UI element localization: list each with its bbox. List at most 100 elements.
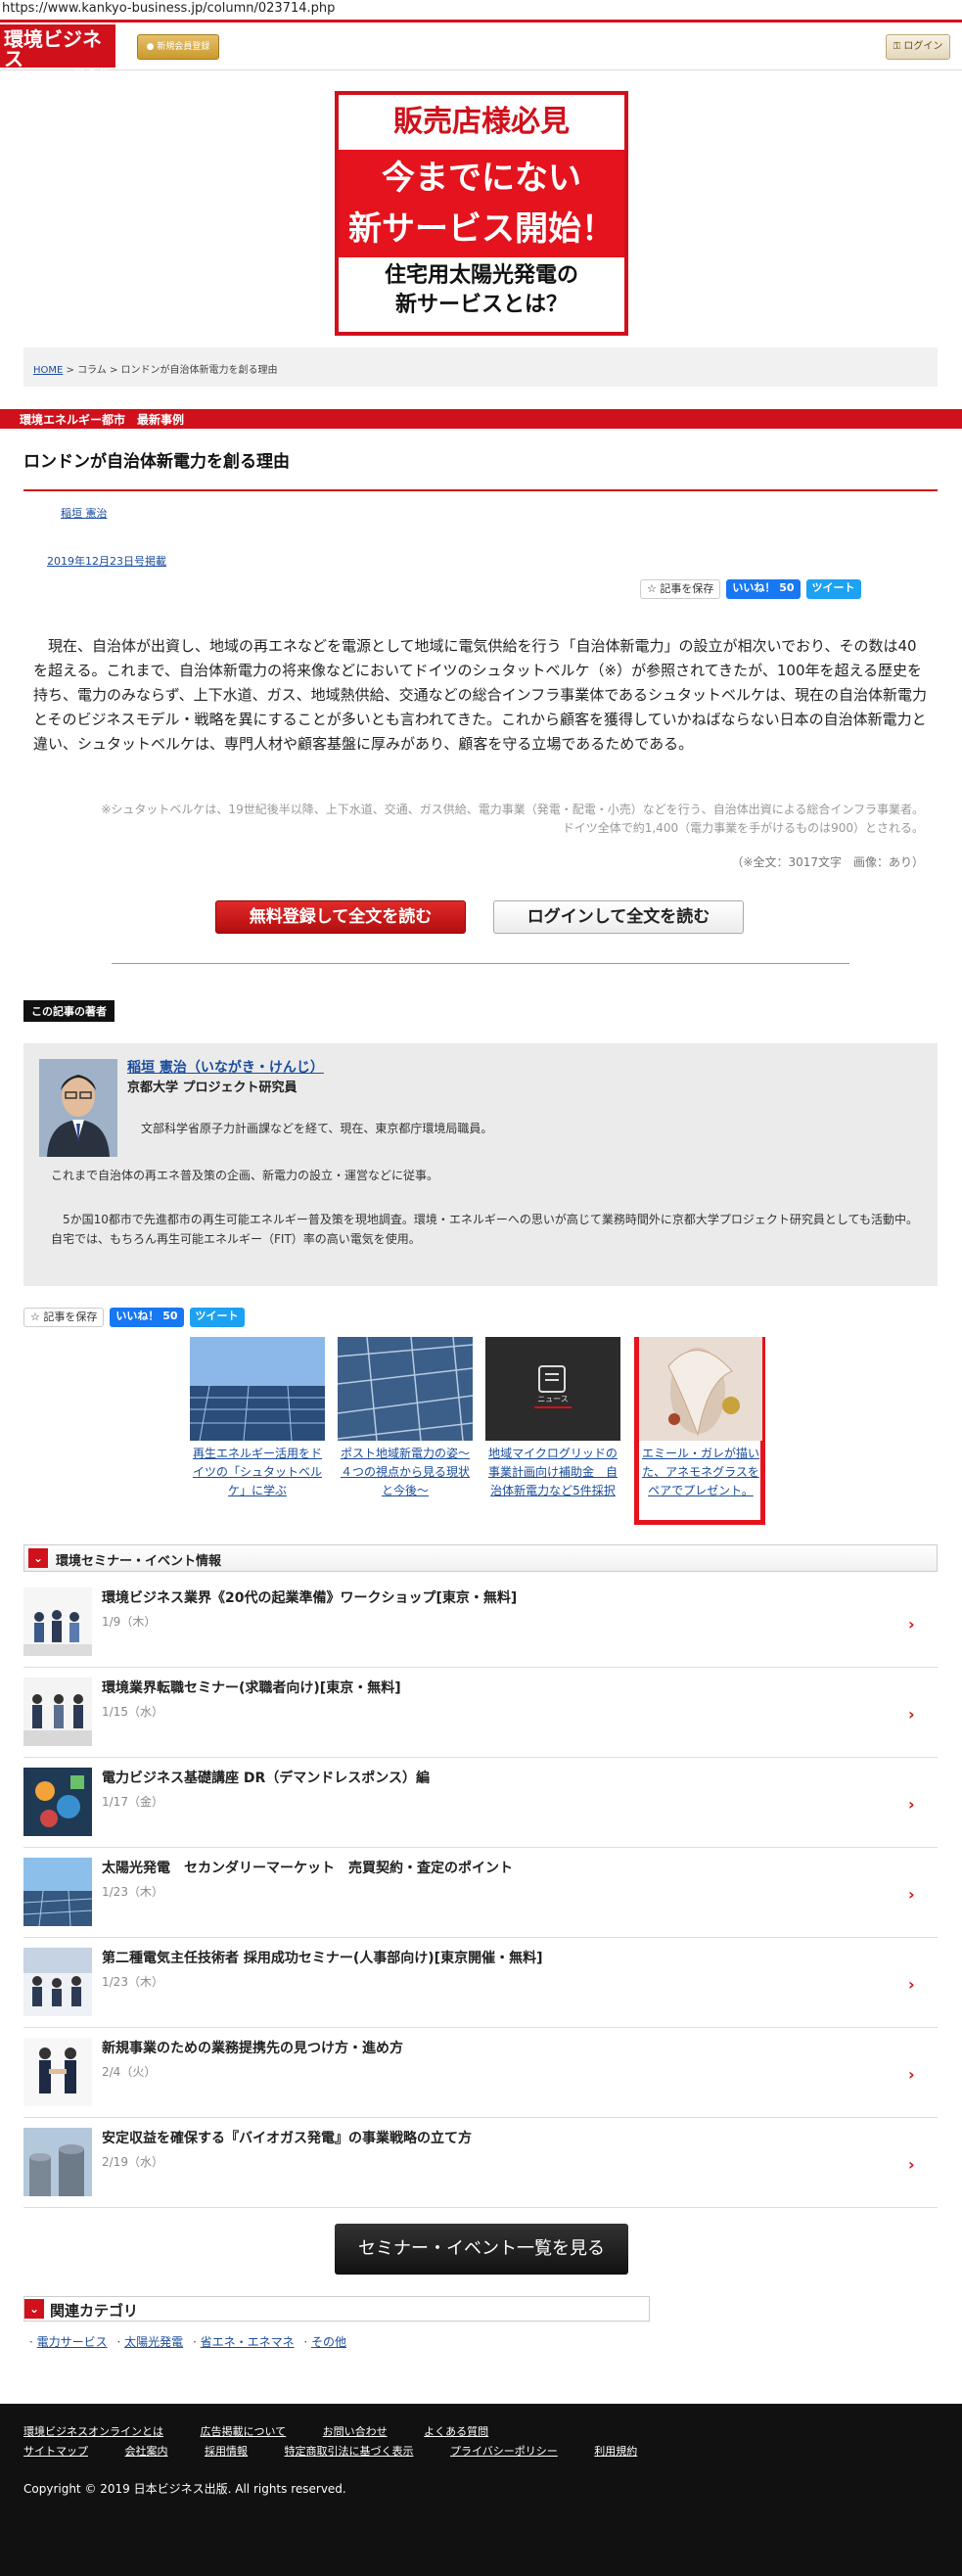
seminar-item[interactable]: 環境ビジネス業界《20代の起業準備》ワークショップ[東京・無料] 1/9（木） …	[23, 1578, 938, 1668]
breadcrumb-column[interactable]: コラム	[77, 365, 107, 376]
footer-link[interactable]: 利用規約	[594, 2445, 637, 2458]
seminar-title[interactable]: 環境業界転職セミナー(求職者向け)[東京・無料]	[102, 1678, 401, 1697]
save-article-button[interactable]: ☆ 記事を保存	[23, 1308, 105, 1327]
seminar-item[interactable]: 安定収益を確保する『バイオガス発電』の事業戦略の立て方 2/19（水） ›	[23, 2118, 938, 2208]
facebook-like-button[interactable]: いいね！ 50	[110, 1308, 184, 1327]
chevron-right-icon[interactable]: ›	[908, 2155, 915, 2174]
seminar-item[interactable]: 環境業界転職セミナー(求職者向け)[東京・無料] 1/15（水） ›	[23, 1668, 938, 1758]
breadcrumb-home[interactable]: HOME	[33, 365, 63, 376]
related-caption[interactable]: 再生エネルギー活用をドイツの「シュタットベルケ」に学ぶ	[190, 1445, 325, 1500]
chevron-right-icon[interactable]: ›	[908, 1885, 915, 1904]
seminar-date: 1/23（木）	[102, 1885, 163, 1899]
seminar-date: 1/23（木）	[102, 1975, 163, 1989]
tweet-button[interactable]: ツイート	[189, 1308, 245, 1327]
person-icon: ●	[146, 42, 158, 52]
seminar-title[interactable]: 太陽光発電 セカンダリーマーケット 売買契約・査定のポイント	[102, 1858, 513, 1877]
seminar-list-button[interactable]: セミナー・イベント一覧を見る	[335, 2224, 628, 2275]
chevron-right-icon[interactable]: ›	[908, 1795, 915, 1814]
footer-link[interactable]: 採用情報	[205, 2445, 248, 2458]
seminar-thumb	[23, 2128, 92, 2196]
free-register-read-button[interactable]: 無料登録して全文を読む	[215, 900, 466, 934]
article-length: （※全文：3017文字 画像：あり）	[731, 855, 924, 869]
seminar-title[interactable]: 第二種電気主任技術者 採用成功セミナー(人事部向け)[東京開催・無料]	[102, 1948, 542, 1967]
seminar-heading: ⌄ 環境セミナー・イベント情報	[23, 1544, 938, 1572]
related-article[interactable]: 再生エネルギー活用をドイツの「シュタットベルケ」に学ぶ	[190, 1337, 325, 1500]
article-note: ※シュタットベルケは、19世紀後半以降、上下水道、交通、ガス供給、電力事業（発電…	[101, 803, 924, 835]
seminar-thumb	[23, 1678, 92, 1746]
writer-bio-1: 文部科学省原子力計画課などを経て、現在、東京都庁環境局職員。	[141, 1122, 493, 1135]
seminar-title[interactable]: 電力ビジネス基礎講座 DR（デマンドレスポンス）編	[102, 1768, 430, 1787]
ad-headline: 販売店様必見	[393, 105, 570, 139]
related-category-links: · 電力サービス · 太陽光発電 · 省エネ・エネマネ · その他	[29, 2335, 347, 2349]
seminar-thumb	[23, 1858, 93, 1927]
footer-link[interactable]: 広告掲載について	[201, 2425, 287, 2438]
writer-role: 京都大学 プロジェクト研究員	[127, 1081, 298, 1095]
footer-link[interactable]: よくある質問	[424, 2425, 488, 2438]
footer-link[interactable]: 環境ビジネスオンラインとは	[23, 2425, 163, 2438]
writer-bio-3: 5か国10都市で先進都市の再生可能エネルギー普及策を現地調査。環境・エネルギーへ…	[51, 1213, 918, 1246]
seminar-title[interactable]: 新規事業のための業務提携先の見つけ方・進め方	[102, 2038, 403, 2057]
related-thumb: ニュース	[485, 1337, 620, 1441]
writer-box: 稲垣 憲治（いながき・けんじ） 京都大学 プロジェクト研究員 文部科学省原子力計…	[23, 1043, 938, 1286]
article-title: ロンドンが自治体新電力を創る理由	[23, 452, 290, 472]
seminar-date: 2/4（火）	[102, 2065, 157, 2079]
facebook-like-button[interactable]: いいね！ 50	[726, 579, 801, 599]
seminar-date: 1/15（水）	[102, 1705, 163, 1719]
login-read-button[interactable]: ログインして全文を読む	[493, 900, 744, 934]
related-caption[interactable]: ポスト地域新電力の姿～４つの視点から見る現状と今後～	[338, 1445, 473, 1500]
footer-link[interactable]: お問い合わせ	[323, 2425, 388, 2438]
related-article-ad[interactable]: エミール・ガレが描いた、アネモネグラスをペアでプレゼント。	[639, 1337, 762, 1500]
category-bar: 環境エネルギー都市 最新事例	[0, 409, 962, 429]
writer-photo	[39, 1059, 117, 1157]
seminar-date: 1/17（金）	[102, 1795, 163, 1809]
writer-label: この記事の著者	[23, 1000, 115, 1022]
seminar-thumb	[23, 1587, 92, 1656]
tweet-button[interactable]: ツイート	[805, 579, 861, 599]
category-link[interactable]: 太陽光発電	[124, 2335, 183, 2349]
category-link[interactable]: 省エネ・エネマネ	[201, 2335, 295, 2349]
seminar-title[interactable]: 安定収益を確保する『バイオガス発電』の事業戦略の立て方	[102, 2128, 472, 2147]
save-article-button[interactable]: ☆ 記事を保存	[640, 579, 721, 599]
writer-name[interactable]: 稲垣 憲治（いながき・けんじ）	[127, 1057, 324, 1077]
seminar-item[interactable]: 新規事業のための業務提携先の見つけ方・進め方 2/4（火） ›	[23, 2028, 938, 2118]
author-link[interactable]: 稲垣 憲治	[61, 505, 108, 521]
social-buttons-top: ☆ 記事を保存 いいね！ 50 ツイート	[640, 579, 861, 599]
key-icon: ⚿	[893, 41, 904, 52]
ad-main: 今までにない 新サービス開始！	[339, 150, 624, 257]
related-thumb	[337, 1336, 474, 1442]
related-article[interactable]: ポスト地域新電力の姿～４つの視点から見る現状と今後～	[337, 1336, 474, 1500]
login-button[interactable]: ⚿ ログイン	[886, 34, 950, 60]
chevron-right-icon[interactable]: ›	[908, 1705, 915, 1724]
seminar-thumb	[23, 2038, 92, 2106]
footer-link[interactable]: 会社案内	[125, 2445, 168, 2458]
writer-bio-2: これまで自治体の再エネ普及策の企画、新電力の設立・運営などに従事。	[51, 1169, 439, 1182]
seminar-item[interactable]: 太陽光発電 セカンダリーマーケット 売買契約・査定のポイント 1/23（木） ›	[23, 1848, 938, 1938]
related-article[interactable]: ニュース 地域マイクログリッドの事業計画向け補助金 自治体新電力など5件採択	[485, 1337, 620, 1500]
category-link[interactable]: 電力サービス	[37, 2335, 108, 2349]
seminar-date: 1/9（木）	[102, 1615, 157, 1629]
breadcrumb-current: ロンドンが自治体新電力を創る理由	[120, 365, 278, 376]
seminar-item[interactable]: 電力ビジネス基礎講座 DR（デマンドレスポンス）編 1/17（金） ›	[23, 1758, 938, 1848]
category-link[interactable]: その他	[311, 2335, 346, 2349]
site-logo[interactable]: 環境ビジネス オンライン	[0, 24, 115, 77]
footer-link[interactable]: プライバシーポリシー	[450, 2445, 558, 2458]
address-bar[interactable]: https://www.kankyo-business.jp/column/02…	[0, 0, 962, 20]
footer-links-row1: 環境ビジネスオンラインとは 広告掲載について お問い合わせ よくある質問	[23, 2423, 522, 2439]
chevron-right-icon[interactable]: ›	[908, 2065, 915, 2084]
publish-date[interactable]: 2019年12月23日号掲載	[47, 553, 166, 569]
chevron-right-icon[interactable]: ›	[908, 1615, 915, 1633]
site-header: 環境ビジネス オンライン ● 新規会員登録 ⚿ ログイン	[0, 20, 962, 77]
copyright: Copyright © 2019 日本ビジネス出版. All rights re…	[23, 2482, 346, 2496]
banner-ad[interactable]: 販売店様必見 今までにない 新サービス開始！ 住宅用太陽光発電の 新サービスとは？	[335, 91, 628, 336]
chevron-down-icon: ⌄	[28, 1548, 48, 1568]
seminar-item[interactable]: 第二種電気主任技術者 採用成功セミナー(人事部向け)[東京開催・無料] 1/23…	[23, 1938, 938, 2028]
related-caption[interactable]: 地域マイクログリッドの事業計画向け補助金 自治体新電力など5件採択	[485, 1445, 620, 1500]
site-footer: 環境ビジネスオンラインとは 広告掲載について お問い合わせ よくある質問 サイト…	[0, 2404, 962, 2576]
related-caption[interactable]: エミール・ガレが描いた、アネモネグラスをペアでプレゼント。	[639, 1445, 762, 1500]
seminar-date: 2/19（水）	[102, 2155, 163, 2169]
footer-link[interactable]: サイトマップ	[23, 2445, 88, 2458]
register-button[interactable]: ● 新規会員登録	[137, 34, 219, 60]
chevron-right-icon[interactable]: ›	[908, 1975, 915, 1994]
seminar-title[interactable]: 環境ビジネス業界《20代の起業準備》ワークショップ[東京・無料]	[102, 1587, 517, 1607]
footer-link[interactable]: 特定商取引法に基づく表示	[285, 2445, 414, 2458]
